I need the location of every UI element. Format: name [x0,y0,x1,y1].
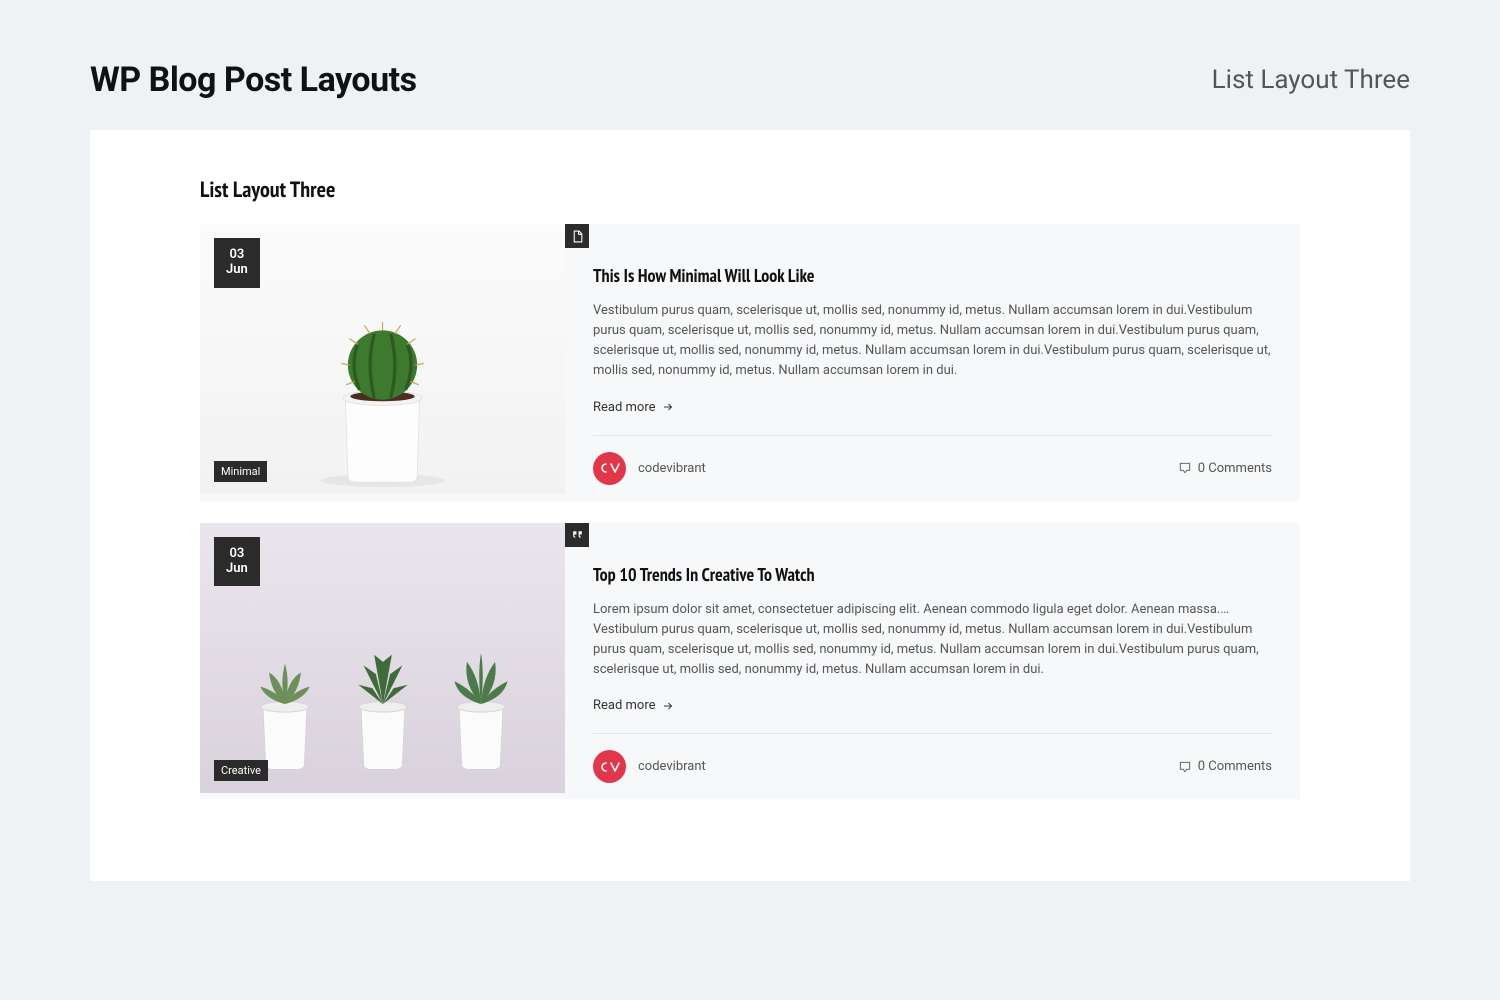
post-excerpt: Vestibulum purus quam, scelerisque ut, m… [593,301,1272,382]
date-month: Jun [226,263,248,278]
format-badge [565,523,589,547]
author-name: codevibrant [638,759,706,774]
post-footer: codevibrant 0 Comments [593,435,1272,485]
date-badge: 03 Jun [214,537,260,587]
author[interactable]: codevibrant [593,750,706,783]
date-day: 03 [226,547,248,562]
read-more-label: Read more [593,400,656,415]
plant-icon [240,623,330,773]
quote-icon [571,528,584,541]
category-badge[interactable]: Minimal [214,461,267,482]
avatar [593,452,626,485]
date-badge: 03 Jun [214,238,260,288]
post-thumbnail[interactable]: 03 Jun Minimal [200,224,565,494]
plant-icon [338,623,428,773]
post-title[interactable]: This Is How Minimal Will Look Like [593,264,1272,287]
content-card: List Layout Three [90,130,1410,881]
read-more-link[interactable]: Read more [593,400,674,415]
comment-icon [1178,760,1192,774]
avatar [593,750,626,783]
plant-icon [300,269,465,494]
comments-link[interactable]: 0 Comments [1178,759,1272,774]
post-body: This Is How Minimal Will Look Like Vesti… [565,224,1300,501]
date-month: Jun [226,562,248,577]
block-title: List Layout Three [200,176,1300,204]
arrow-right-icon [662,401,674,413]
post-title[interactable]: Top 10 Trends In Creative To Watch [593,563,1272,586]
format-badge [565,224,589,248]
plant-icon [436,623,526,773]
comments-count: 0 Comments [1198,759,1272,774]
comments-count: 0 Comments [1198,461,1272,476]
arrow-right-icon [662,700,674,712]
post-thumbnail[interactable]: 03 Jun Creative [200,523,565,793]
date-day: 03 [226,248,248,263]
post-item: 03 Jun Creative Top 10 Trends In Creativ… [200,523,1300,800]
logo-icon [600,461,620,475]
page-header: WP Blog Post Layouts List Layout Three [0,0,1500,100]
post-body: Top 10 Trends In Creative To Watch Lorem… [565,523,1300,800]
page-title: WP Blog Post Layouts [90,60,417,100]
breadcrumb: List Layout Three [1212,65,1410,95]
read-more-label: Read more [593,698,656,713]
read-more-link[interactable]: Read more [593,698,674,713]
post-footer: codevibrant 0 Comments [593,733,1272,783]
file-icon [571,230,584,243]
author[interactable]: codevibrant [593,452,706,485]
category-badge[interactable]: Creative [214,760,268,781]
post-item: 03 Jun Minimal This Is How Minimal Will … [200,224,1300,501]
post-excerpt: Lorem ipsum dolor sit amet, consectetuer… [593,600,1272,681]
comment-icon [1178,461,1192,475]
author-name: codevibrant [638,461,706,476]
logo-icon [600,760,620,774]
comments-link[interactable]: 0 Comments [1178,461,1272,476]
